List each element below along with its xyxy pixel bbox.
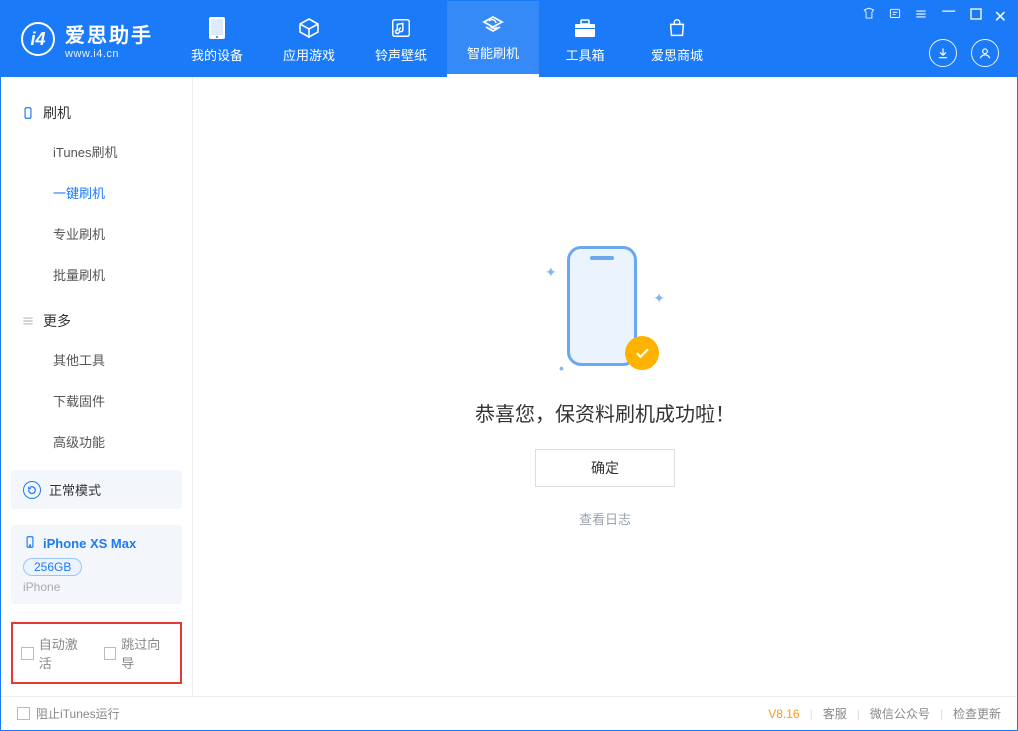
section-title: 刷机 [43,103,71,123]
main-nav: 我的设备 应用游戏 铃声壁纸 智能刷机 工具箱 爱思商城 [171,1,723,77]
main-panel: ✦ ✦ • 恭喜您，保资料刷机成功啦！ 确定 查看日志 [193,77,1017,696]
app-name: 爱思助手 [65,19,153,48]
feedback-icon[interactable] [888,7,902,27]
mode-label: 正常模式 [49,480,101,499]
version-label: V8.16 [768,707,799,721]
block-itunes-checkbox[interactable]: 阻止iTunes运行 [17,705,120,722]
device-name: iPhone XS Max [43,536,136,551]
theme-icon[interactable] [862,7,876,27]
normal-mode-icon [23,481,41,499]
downloads-button[interactable] [929,39,957,67]
checkbox-icon [17,707,30,720]
checkbox-icon [21,647,34,660]
cube-icon [296,15,322,41]
sidebar-item-pro[interactable]: 专业刷机 [1,213,192,254]
checkbox-label: 跳过向导 [121,634,172,672]
app-url: www.i4.cn [65,48,153,60]
phone-small-icon [23,535,37,552]
view-log-link[interactable]: 查看日志 [579,509,631,528]
nav-label: 我的设备 [191,45,243,64]
nav-store[interactable]: 爱思商城 [631,1,723,77]
footer-link-update[interactable]: 检查更新 [953,705,1001,722]
toolbox-icon [572,15,598,41]
bag-icon [664,15,690,41]
nav-ring[interactable]: 铃声壁纸 [355,1,447,77]
device-box[interactable]: iPhone XS Max 256GB iPhone [11,525,182,604]
app-window: i4 爱思助手 www.i4.cn 我的设备 应用游戏 铃声壁纸 智能刷机 [0,0,1018,731]
logo-badge-icon: i4 [21,22,55,56]
sparkle-icon: ✦ [545,264,557,281]
logo-text: 爱思助手 www.i4.cn [65,19,153,60]
menu-icon[interactable] [914,7,928,27]
mode-box[interactable]: 正常模式 [11,470,182,509]
sidebar: 刷机 iTunes刷机 一键刷机 专业刷机 批量刷机 更多 其他工具 下载固件 … [1,77,193,696]
nav-tools[interactable]: 工具箱 [539,1,631,77]
sidebar-item-onekey[interactable]: 一键刷机 [1,172,192,213]
sidebar-scroll[interactable]: 刷机 iTunes刷机 一键刷机 专业刷机 批量刷机 更多 其他工具 下载固件 … [1,77,192,462]
refresh-icon [480,13,506,39]
nav-label: 智能刷机 [467,43,519,62]
nav-label: 应用游戏 [283,45,335,64]
sparkle-icon: ✦ [653,290,665,307]
skip-guide-checkbox[interactable]: 跳过向导 [104,634,173,672]
nav-device[interactable]: 我的设备 [171,1,263,77]
device-type: iPhone [23,580,170,594]
sidebar-section-flash: 刷机 [1,87,192,131]
device-outline-icon [21,106,35,120]
topbar: i4 爱思助手 www.i4.cn 我的设备 应用游戏 铃声壁纸 智能刷机 [1,1,1017,77]
ok-button[interactable]: 确定 [535,449,675,487]
sidebar-item-adv[interactable]: 高级功能 [1,421,192,462]
nav-apps[interactable]: 应用游戏 [263,1,355,77]
music-icon [388,15,414,41]
window-controls: － ✕ [862,7,1007,27]
maximize-button[interactable] [970,7,982,27]
footer: 阻止iTunes运行 V8.16 | 客服 | 微信公众号 | 检查更新 [1,696,1017,730]
phone-icon [204,15,230,41]
nav-label: 铃声壁纸 [375,45,427,64]
checkbox-icon [104,647,117,660]
footer-link-support[interactable]: 客服 [823,705,847,722]
sidebar-item-other[interactable]: 其他工具 [1,339,192,380]
minimize-button[interactable]: － [940,7,958,27]
device-name-row: iPhone XS Max [23,535,170,552]
nav-label: 工具箱 [565,45,604,64]
nav-label: 爱思商城 [651,45,703,64]
sidebar-item-itunes[interactable]: iTunes刷机 [1,131,192,172]
checkbox-label: 阻止iTunes运行 [36,705,120,722]
success-illustration: ✦ ✦ • [545,246,665,376]
account-button[interactable] [971,39,999,67]
footer-link-wechat[interactable]: 微信公众号 [870,705,930,722]
sidebar-section-more: 更多 [1,295,192,339]
top-right-actions [929,39,999,67]
success-message: 恭喜您，保资料刷机成功啦！ [475,398,735,427]
auto-activate-checkbox[interactable]: 自动激活 [21,634,90,672]
check-badge-icon [625,336,659,370]
sidebar-item-batch[interactable]: 批量刷机 [1,254,192,295]
checkbox-label: 自动激活 [39,634,90,672]
app-logo: i4 爱思助手 www.i4.cn [1,1,171,77]
body: 刷机 iTunes刷机 一键刷机 专业刷机 批量刷机 更多 其他工具 下载固件 … [1,77,1017,696]
section-title: 更多 [43,311,71,331]
sparkle-icon: • [559,360,564,376]
hamburger-icon [21,314,35,328]
footer-right: V8.16 | 客服 | 微信公众号 | 检查更新 [768,705,1001,722]
close-button[interactable]: ✕ [994,7,1007,27]
highlighted-options: 自动激活 跳过向导 [11,622,182,684]
device-capacity: 256GB [23,558,82,576]
nav-flash[interactable]: 智能刷机 [447,1,539,77]
sidebar-item-firmware[interactable]: 下载固件 [1,380,192,421]
